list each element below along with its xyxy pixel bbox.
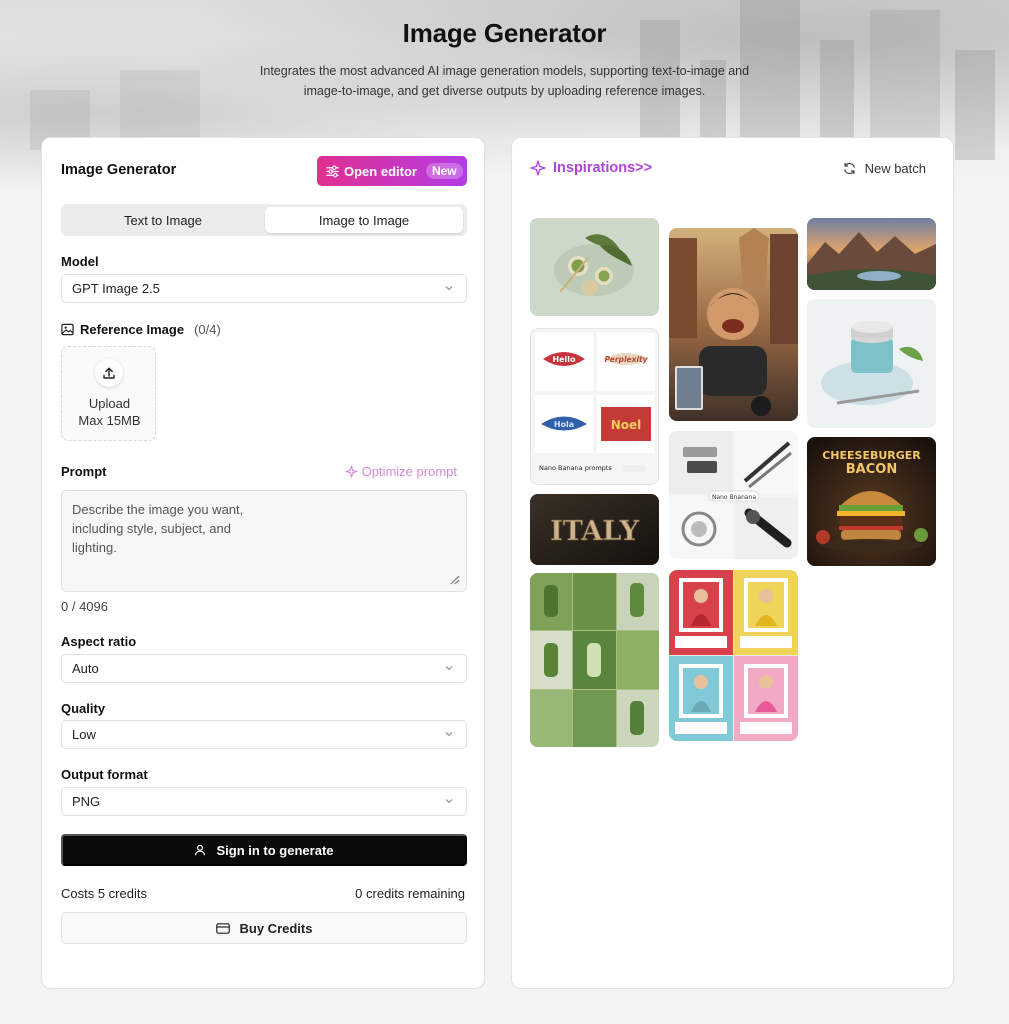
output-format-value: PNG [72, 794, 101, 809]
upload-dropzone[interactable]: Upload Max 15MB [61, 346, 156, 441]
page-subtitle: Integrates the most advanced AI image ge… [259, 64, 750, 98]
generator-panel: Image Generator Open editor New Text to … [41, 137, 485, 989]
cost-text: Costs 5 credits [61, 886, 147, 901]
gadget-caption-text: Nano Bnanana [712, 494, 756, 501]
svg-text:Noel: Noel [611, 418, 642, 432]
quality-label: Quality [61, 701, 106, 716]
optimize-prompt-label: Optimize prompt [361, 464, 457, 479]
sign-in-button[interactable]: Sign in to generate [61, 834, 467, 866]
output-format-select[interactable]: PNG [61, 787, 467, 816]
optimize-prompt-button[interactable]: Optimize prompt [344, 464, 457, 479]
prompt-textarea[interactable]: Describe the image you want, including s… [61, 490, 467, 592]
page-header: Image Generator Integrates the most adva… [0, 18, 1009, 101]
tab-text-to-image[interactable]: Text to Image [64, 207, 262, 233]
credits-remaining: 0 credits remaining [355, 886, 465, 901]
credit-card-icon [215, 922, 230, 934]
model-value: GPT Image 2.5 [72, 281, 160, 296]
buy-credits-label: Buy Credits [239, 920, 313, 936]
new-badge: New [425, 163, 463, 179]
gallery-item-italy[interactable]: ITALY [530, 494, 659, 565]
prompt-placeholder: Describe the image you want, including s… [72, 502, 244, 555]
sign-in-label: Sign in to generate [216, 842, 334, 858]
gallery-item-matcha[interactable] [530, 218, 659, 316]
aspect-ratio-value: Auto [72, 661, 99, 676]
gallery-item-scooter-selfie[interactable] [669, 228, 798, 421]
reference-label: Reference Image [80, 322, 185, 337]
inspirations-link[interactable]: Inspirations>> [530, 160, 652, 176]
reference-header: Reference Image (0/4) [61, 322, 221, 337]
gallery-item-social-frames[interactable] [669, 570, 798, 741]
aspect-ratio-label: Aspect ratio [61, 634, 137, 649]
sticker-word-text: Perplexity [605, 355, 649, 364]
user-icon [195, 844, 206, 856]
svg-text:Hello: Hello [552, 355, 576, 364]
sparkle-icon [344, 465, 358, 478]
chevron-down-icon [445, 732, 453, 737]
image-icon [61, 323, 74, 336]
gallery-item-typography[interactable]: Hello Perplexity Hola Noel Nano Banana p… [530, 328, 659, 485]
buy-credits-button[interactable]: Buy Credits [61, 912, 467, 944]
gallery-item-cheeseburger[interactable]: CHEESEBURGER BACON [807, 437, 936, 566]
refresh-icon [843, 162, 855, 175]
model-label: Model [61, 254, 99, 269]
sliders-icon [326, 165, 339, 177]
burger-subtitle-text: BACON [846, 462, 897, 477]
quality-select[interactable]: Low [61, 720, 467, 749]
gallery-item-gadgets[interactable]: Nano Bnanana [669, 431, 798, 559]
output-format-label: Output format [61, 767, 148, 782]
italy-3d-text: ITALY [550, 516, 639, 547]
open-editor-button[interactable]: Open editor New [317, 156, 467, 186]
prompt-counter: 0 / 4096 [61, 599, 108, 614]
inspirations-panel: Inspirations>> New batch Hello Perplexit… [511, 137, 954, 989]
page-title: Image Generator [402, 18, 607, 48]
upload-icon [95, 359, 123, 387]
new-batch-button[interactable]: New batch [843, 161, 926, 176]
chevron-down-icon [445, 286, 453, 291]
model-select[interactable]: GPT Image 2.5 [61, 274, 467, 303]
panel-title: Image Generator [61, 162, 177, 178]
mode-tabs: Text to Image Image to Image [61, 204, 467, 236]
burger-title-text: CHEESEBURGER [822, 449, 921, 462]
upload-label: Upload [88, 396, 131, 411]
upload-limit: Max 15MB [78, 413, 141, 428]
gallery-item-green-grid[interactable] [530, 573, 659, 747]
chevron-down-icon [445, 799, 453, 804]
reference-count: (0/4) [194, 322, 221, 337]
gallery-item-cosmetic[interactable] [807, 299, 936, 428]
inspirations-title: Inspirations>> [553, 160, 653, 176]
gallery-item-mountain[interactable] [807, 218, 936, 290]
resize-grip-icon[interactable] [448, 573, 460, 585]
chevron-down-icon [445, 666, 453, 671]
sparkle-icon [530, 160, 546, 176]
quality-value: Low [72, 727, 96, 742]
new-batch-label: New batch [864, 161, 926, 176]
prompt-label: Prompt [61, 464, 107, 479]
aspect-ratio-select[interactable]: Auto [61, 654, 467, 683]
svg-text:Hola: Hola [554, 420, 574, 429]
open-editor-label: Open editor [344, 163, 417, 179]
sticker-caption-text: Nano Banana prompts [539, 464, 612, 472]
tab-image-to-image[interactable]: Image to Image [265, 207, 463, 233]
